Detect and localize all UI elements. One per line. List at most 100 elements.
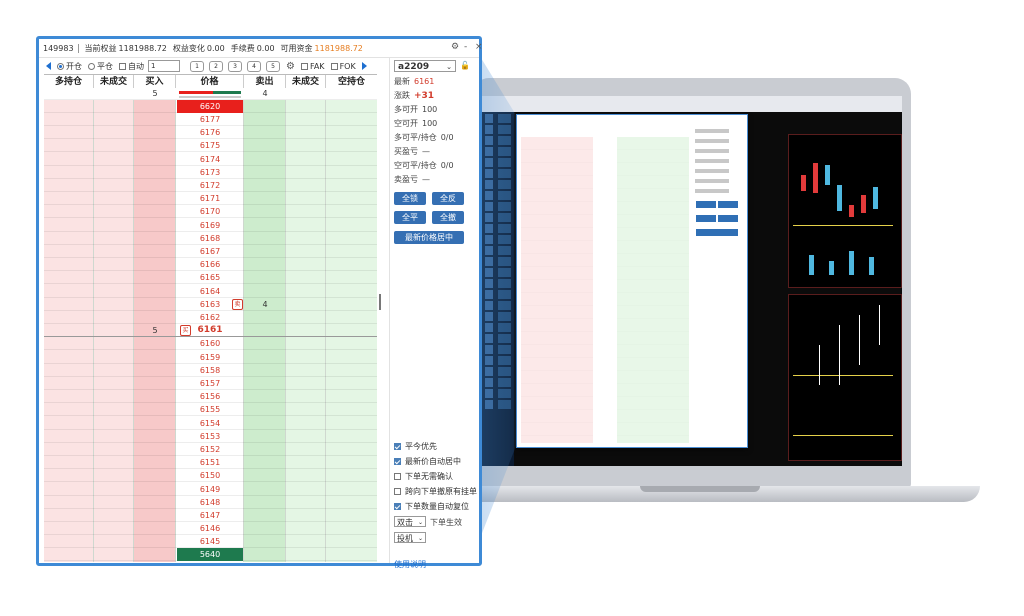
option-close-today[interactable]: 平今优先 — [394, 441, 437, 452]
table-row[interactable]: 6150 — [44, 469, 377, 483]
fak-checkbox[interactable] — [300, 62, 308, 70]
price-cell[interactable]: 6156 — [177, 390, 243, 403]
option-checkbox[interactable] — [394, 503, 401, 510]
price-cell[interactable]: 6174 — [177, 153, 243, 166]
price-cell[interactable]: 6167 — [177, 245, 243, 258]
center-price-button[interactable]: 最新价格居中 — [394, 231, 464, 244]
close-icon[interactable]: × — [475, 42, 483, 52]
click-mode-select[interactable]: 双击 ⌄ — [394, 516, 426, 527]
table-row[interactable]: 6153 — [44, 430, 377, 443]
table-row[interactable]: 6156 — [44, 390, 377, 404]
option-auto-center[interactable]: 最新价自动居中 — [394, 456, 461, 467]
option-reset-qty[interactable]: 下单数量自动复位 — [394, 501, 469, 512]
minimize-icon[interactable]: - — [464, 42, 467, 52]
settings-icon[interactable]: ⚙ — [451, 42, 459, 52]
price-cell[interactable]: 6165 — [177, 271, 243, 284]
table-row[interactable]: 6160 — [44, 337, 377, 351]
table-row[interactable]: 6161 5 买 — [44, 324, 377, 338]
option-checkbox[interactable] — [394, 473, 401, 480]
table-row[interactable]: 6145 — [44, 535, 377, 549]
close-all-button[interactable]: 全平 — [394, 211, 426, 224]
table-row[interactable]: 6154 — [44, 417, 377, 430]
preset-qty-button[interactable]: 3 — [228, 60, 242, 72]
reverse-all-button[interactable]: 全反 — [432, 192, 464, 205]
price-cell[interactable]: 6157 — [177, 377, 243, 390]
table-row[interactable]: 6164 — [44, 285, 377, 298]
price-cell[interactable]: 6148 — [177, 496, 243, 509]
close-position-radio[interactable] — [88, 62, 95, 70]
table-row[interactable]: 5640 — [44, 548, 377, 561]
table-row[interactable]: 6177 — [44, 113, 377, 126]
table-row[interactable]: 6146 — [44, 522, 377, 536]
table-row[interactable]: 6157 — [44, 377, 377, 390]
price-cell[interactable]: 6152 — [177, 443, 243, 456]
option-checkbox[interactable] — [394, 458, 401, 465]
gear-icon[interactable]: ⚙ — [286, 61, 295, 72]
price-cell[interactable]: 6160 — [177, 337, 243, 350]
table-row[interactable]: 6162 — [44, 311, 377, 324]
option-no-confirm[interactable]: 下单无需确认 — [394, 471, 453, 482]
table-row[interactable]: 6158 — [44, 364, 377, 377]
price-cell[interactable]: 6147 — [177, 509, 243, 522]
table-row[interactable]: 6168 — [44, 232, 377, 245]
top-price-cell[interactable]: 6620 — [177, 100, 243, 113]
table-row[interactable]: 6165 — [44, 271, 377, 285]
price-cell[interactable]: 6153 — [177, 430, 243, 443]
price-cell[interactable]: 6145 — [177, 535, 243, 548]
sell-order-qty[interactable]: 4 — [244, 298, 286, 311]
table-row[interactable]: 6172 — [44, 179, 377, 192]
price-cell[interactable]: 6159 — [177, 351, 243, 364]
help-link[interactable]: 使用说明 — [394, 559, 426, 570]
auto-checkbox[interactable] — [119, 62, 126, 70]
table-row[interactable]: 6163 4 卖 — [44, 298, 377, 311]
price-cell[interactable]: 6170 — [177, 205, 243, 218]
table-row[interactable]: 6170 — [44, 205, 377, 219]
table-row[interactable]: 6169 — [44, 219, 377, 232]
price-cell[interactable]: 6151 — [177, 456, 243, 469]
table-row[interactable]: 6147 — [44, 509, 377, 522]
price-cell[interactable]: 6155 — [177, 403, 243, 416]
table-row[interactable]: 6152 — [44, 443, 377, 456]
price-cell[interactable]: 6169 — [177, 219, 243, 232]
buy-order-qty[interactable]: 5 — [134, 324, 176, 337]
preset-qty-button[interactable]: 4 — [247, 60, 261, 72]
arrow-right-icon[interactable] — [361, 62, 367, 70]
price-cell[interactable]: 6158 — [177, 364, 243, 377]
table-row[interactable]: 6174 — [44, 153, 377, 166]
price-cell[interactable]: 6177 — [177, 113, 243, 126]
table-row[interactable]: 6620 — [44, 100, 377, 113]
open-position-radio[interactable] — [57, 62, 64, 70]
table-row[interactable]: 6151 — [44, 456, 377, 470]
arrow-left-icon[interactable] — [46, 62, 51, 70]
price-cell[interactable]: 6171 — [177, 192, 243, 205]
table-row[interactable]: 6167 — [44, 245, 377, 258]
quantity-stepper[interactable]: 1 — [148, 60, 180, 72]
price-cell[interactable]: 6164 — [177, 285, 243, 298]
price-cell[interactable]: 6173 — [177, 166, 243, 179]
table-row[interactable]: 6149 — [44, 483, 377, 496]
cancel-all-button[interactable]: 全撤 — [432, 211, 464, 224]
price-cell[interactable]: 6162 — [177, 311, 243, 324]
preset-qty-button[interactable]: 2 — [209, 60, 223, 72]
table-row[interactable]: 6171 — [44, 192, 377, 206]
price-cell[interactable]: 6175 — [177, 139, 243, 152]
table-row[interactable]: 6175 — [44, 139, 377, 153]
table-row[interactable]: 6173 — [44, 166, 377, 179]
table-row[interactable]: 6166 — [44, 258, 377, 272]
price-cell[interactable]: 6168 — [177, 232, 243, 245]
contract-select[interactable]: a2209 ⌄ — [394, 60, 456, 72]
table-row[interactable]: 6176 — [44, 126, 377, 140]
option-cancel-existing[interactable]: 跨向下单撤原有挂单 — [394, 486, 477, 497]
price-cell[interactable]: 6146 — [177, 522, 243, 535]
table-row[interactable]: 6155 — [44, 403, 377, 417]
lock-all-button[interactable]: 全锁 — [394, 192, 426, 205]
option-checkbox[interactable] — [394, 443, 401, 450]
table-scrollbar[interactable] — [379, 294, 381, 310]
lock-icon[interactable]: 🔓 — [460, 61, 470, 70]
price-cell[interactable]: 6154 — [177, 417, 243, 430]
price-cell[interactable]: 6150 — [177, 469, 243, 482]
price-cell[interactable]: 6176 — [177, 126, 243, 139]
price-cell[interactable]: 6172 — [177, 179, 243, 192]
hedge-select[interactable]: 投机 ⌄ — [394, 532, 426, 543]
option-checkbox[interactable] — [394, 488, 401, 495]
